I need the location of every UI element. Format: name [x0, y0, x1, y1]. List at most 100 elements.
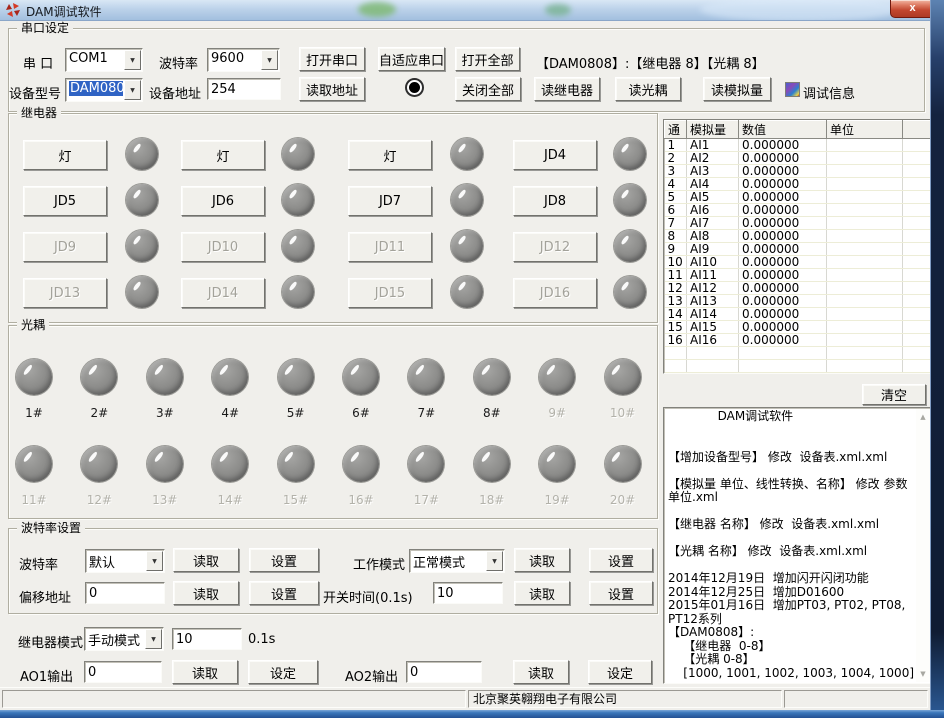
relay-led-indicator-6 — [282, 184, 314, 216]
dropdown-arrow-icon[interactable]: ▼ — [486, 551, 503, 571]
relay-button-15[interactable]: JD15 — [348, 278, 432, 308]
address-input[interactable] — [207, 78, 281, 100]
opto-led-indicator-9 — [539, 359, 575, 395]
read-analog-button[interactable]: 读模拟量 — [703, 77, 771, 101]
dropdown-arrow-icon[interactable]: ▼ — [124, 50, 141, 70]
dropdown-arrow-icon[interactable]: ▼ — [145, 629, 162, 649]
title-bar[interactable]: DAM调试软件 — [0, 0, 930, 21]
scroll-up-icon[interactable]: ▲ — [916, 413, 930, 421]
status-cell-company: 北京聚英翱翔电子有限公司 — [468, 690, 782, 708]
switch-time-input[interactable] — [433, 582, 503, 604]
table-row: 16AI160.000000 — [665, 334, 931, 347]
relay-button-13[interactable]: JD13 — [23, 278, 107, 308]
dropdown-arrow-icon[interactable]: ▼ — [146, 551, 163, 571]
opto-label-4: 4# — [210, 406, 250, 420]
ao2-set-button[interactable]: 设定 — [588, 660, 652, 684]
ao1-input[interactable] — [84, 661, 162, 683]
dropdown-arrow-icon[interactable]: ▼ — [124, 80, 141, 100]
ao2-read-button[interactable]: 读取 — [513, 660, 569, 684]
read-relay-button[interactable]: 读继电器 — [534, 77, 600, 101]
relay-button-1[interactable]: 灯 — [23, 140, 107, 170]
table-cell — [903, 308, 931, 321]
relay-group-title: 继电器 — [17, 106, 61, 120]
read-opto-button[interactable]: 读光耦 — [615, 77, 681, 101]
table-row: 8AI80.000000 — [665, 230, 931, 243]
relay-button-6[interactable]: JD6 — [181, 186, 265, 216]
auto-port-button[interactable]: 自适应串口 — [378, 47, 445, 71]
dropdown-arrow-icon[interactable]: ▼ — [261, 50, 278, 70]
table-cell: 0.000000 — [739, 243, 827, 256]
table-cell — [903, 243, 931, 256]
work-mode-combobox[interactable]: 正常模式 ▼ — [409, 549, 505, 573]
table-cell — [903, 269, 931, 282]
opto-led-indicator-20 — [605, 446, 641, 482]
table-cell: 0.000000 — [739, 152, 827, 165]
relay-button-9[interactable]: JD9 — [23, 232, 107, 262]
relay-button-4[interactable]: JD4 — [513, 140, 597, 170]
model-label: 设备型号 — [9, 83, 61, 102]
table-cell — [827, 269, 903, 282]
info-scrollbar[interactable]: ▲ ▼ — [916, 409, 930, 682]
relay-button-2[interactable]: 灯 — [181, 140, 265, 170]
table-row: 3AI30.000000 — [665, 165, 931, 178]
close-all-button[interactable]: 关闭全部 — [455, 77, 521, 101]
port-combobox[interactable]: COM1 ▼ — [65, 48, 143, 72]
table-cell: AI16 — [687, 334, 739, 347]
table-cell — [827, 152, 903, 165]
table-cell — [827, 321, 903, 334]
relay-led-indicator-16 — [614, 276, 646, 308]
company-name: 北京聚英翱翔电子有限公司 — [469, 691, 781, 707]
relay-button-10[interactable]: JD10 — [181, 232, 265, 262]
opto-led-indicator-13 — [147, 446, 183, 482]
close-button[interactable]: x — [890, 0, 935, 18]
relay-button-16[interactable]: JD16 — [513, 278, 597, 308]
baud-set-button[interactable]: 设置 — [249, 548, 319, 572]
offset-set-button[interactable]: 设置 — [249, 581, 319, 605]
opto-label-14: 14# — [210, 493, 250, 507]
table-cell — [665, 347, 687, 360]
relay-button-11[interactable]: JD11 — [348, 232, 432, 262]
work-mode-set-button[interactable]: 设置 — [589, 548, 653, 572]
offset-input[interactable] — [85, 582, 165, 604]
relay-led-indicator-10 — [282, 230, 314, 262]
opto-led-indicator-10 — [605, 359, 641, 395]
ao1-set-button[interactable]: 设定 — [248, 660, 318, 684]
table-cell: AI6 — [687, 204, 739, 217]
switch-time-set-button[interactable]: 设置 — [589, 581, 653, 605]
open-all-button[interactable]: 打开全部 — [455, 47, 520, 71]
scroll-down-icon[interactable]: ▼ — [916, 670, 930, 678]
relay-led-indicator-5 — [126, 184, 158, 216]
offset-read-button[interactable]: 读取 — [173, 581, 239, 605]
clear-button[interactable]: 清空 — [862, 384, 926, 405]
read-address-button[interactable]: 读取地址 — [299, 77, 365, 101]
table-cell: AI4 — [687, 178, 739, 191]
table-cell: 12 — [665, 282, 687, 295]
opto-led-indicator-14 — [212, 446, 248, 482]
ao2-input[interactable] — [406, 661, 482, 683]
relay-button-5[interactable]: JD5 — [23, 186, 107, 216]
analog-table: 通 模拟量 数值 单位 1AI10.0000002AI20.0000003AI3… — [663, 119, 932, 374]
model-combobox[interactable]: DAM0808 ▼ — [65, 78, 143, 102]
baud-read-button[interactable]: 读取 — [173, 548, 239, 572]
relay-mode-combobox[interactable]: 手动模式 ▼ — [84, 627, 164, 651]
relay-time-input[interactable] — [172, 628, 242, 650]
relay-button-7[interactable]: JD7 — [348, 186, 432, 216]
switch-time-read-button[interactable]: 读取 — [514, 581, 570, 605]
baud-combobox[interactable]: 9600 ▼ — [207, 48, 280, 72]
ao1-read-button[interactable]: 读取 — [172, 660, 238, 684]
debug-info-icon[interactable] — [785, 82, 800, 97]
work-mode-read-button[interactable]: 读取 — [514, 548, 570, 572]
device-info-text: 【DAM0808】:【继电器 8】【光耦 8】 — [536, 53, 765, 72]
table-cell: 0.000000 — [739, 308, 827, 321]
relay-button-3[interactable]: 灯 — [348, 140, 432, 170]
relay-button-14[interactable]: JD14 — [181, 278, 265, 308]
opto-label-18: 18# — [472, 493, 512, 507]
baud-set-combobox[interactable]: 默认 ▼ — [85, 549, 165, 573]
table-cell: 0.000000 — [739, 282, 827, 295]
open-port-button[interactable]: 打开串口 — [299, 47, 365, 71]
relay-button-8[interactable]: JD8 — [513, 186, 597, 216]
table-cell: 0.000000 — [739, 217, 827, 230]
relay-led-indicator-11 — [451, 230, 483, 262]
relay-button-12[interactable]: JD12 — [513, 232, 597, 262]
baud-label: 波特率 — [159, 53, 198, 72]
